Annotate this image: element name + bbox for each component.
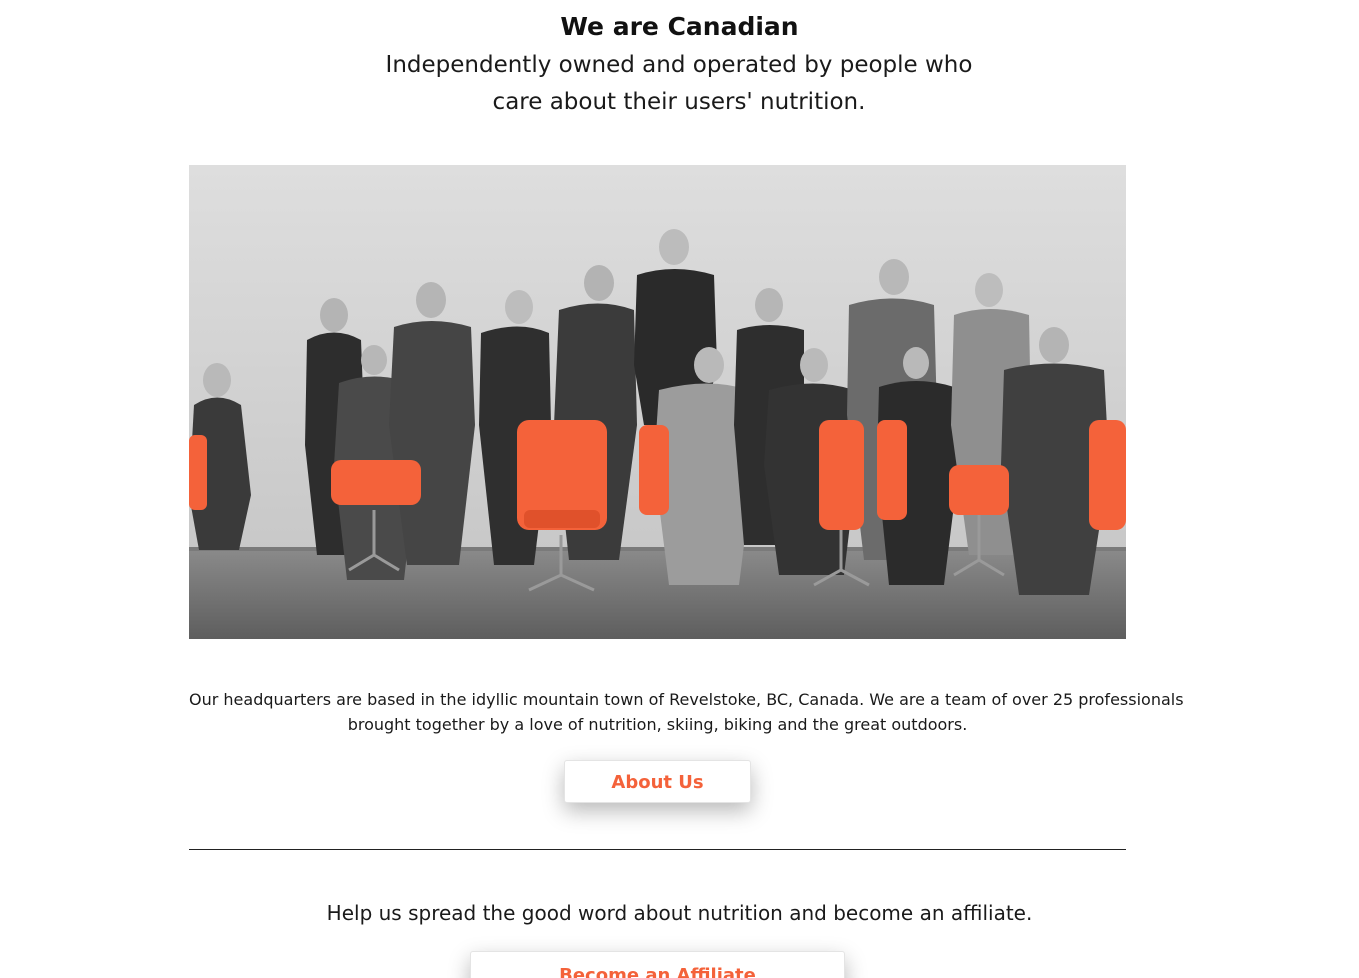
subheading-line-2: care about their users' nutrition. (492, 89, 866, 115)
section-subheading: Independently owned and operated by peop… (379, 47, 979, 121)
team-photo (189, 165, 1126, 639)
subheading-line-1: Independently owned and operated by peop… (385, 52, 973, 78)
page: We are Canadian Independently owned and … (0, 0, 1359, 978)
become-affiliate-button[interactable]: Become an Affiliate (470, 951, 845, 978)
about-description-line-2: brought together by a love of nutrition,… (347, 715, 968, 734)
about-description: Our headquarters are based in the idylli… (189, 687, 1184, 737)
section-heading: We are Canadian (560, 12, 799, 41)
section-divider (189, 849, 1126, 850)
about-us-button[interactable]: About Us (564, 760, 751, 803)
affiliate-text: Help us spread the good word about nutri… (326, 901, 1033, 925)
about-description-line-1: Our headquarters are based in the idylli… (189, 690, 1184, 709)
